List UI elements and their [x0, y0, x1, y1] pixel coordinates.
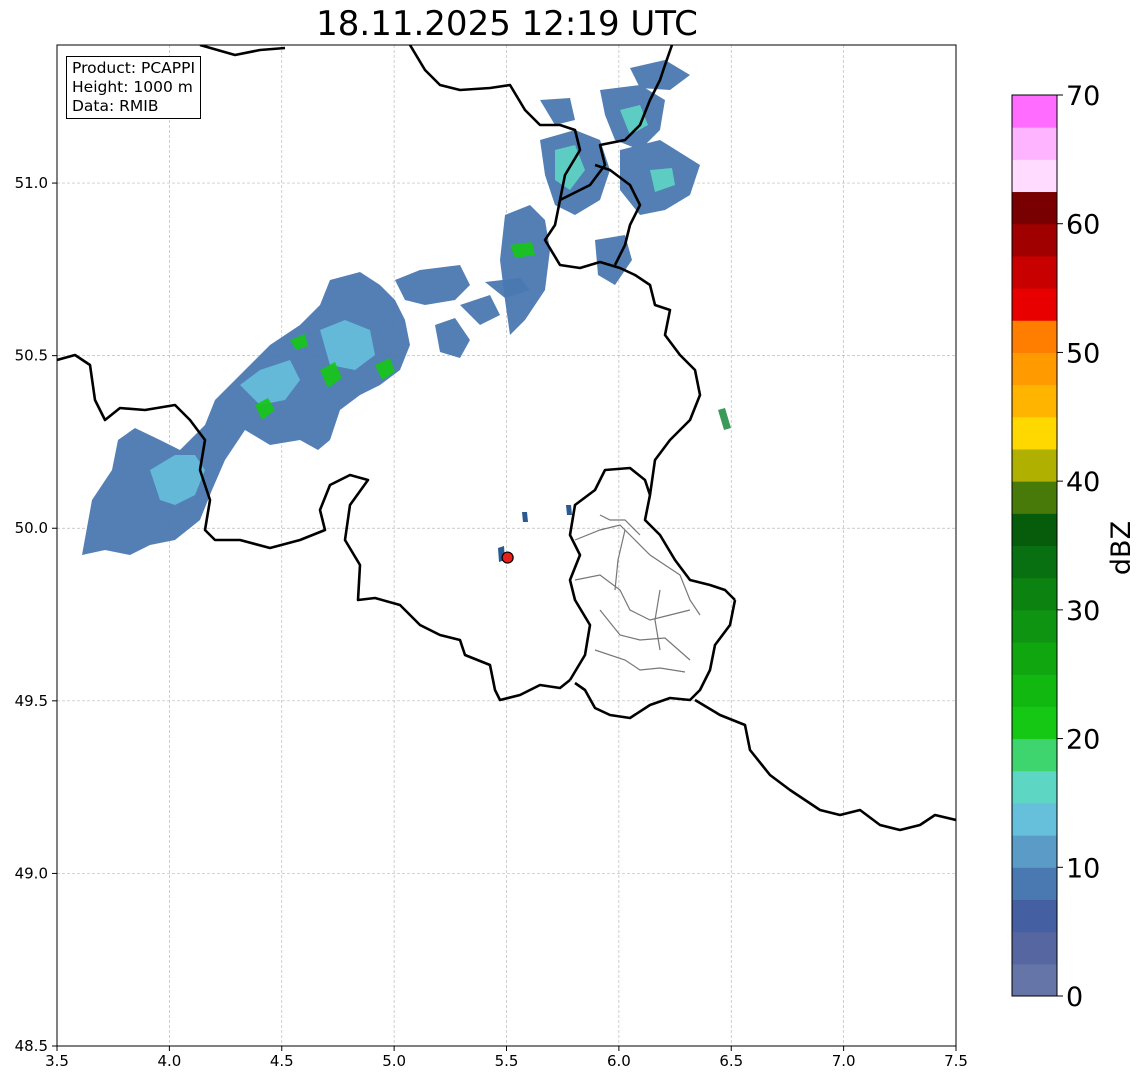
colorbar-segment	[1012, 609, 1057, 643]
colorbar-segment	[1012, 931, 1057, 965]
colorbar-ticks: 0 10 20 30 40 50 60 70	[1057, 81, 1100, 1013]
colorbar-segment	[1012, 835, 1057, 868]
colorbar-segment	[1012, 416, 1057, 450]
colorbar-segment	[1012, 963, 1057, 997]
colorbar-segment	[1012, 577, 1057, 611]
x-tick-label: 3.5	[45, 1052, 69, 1070]
radar-map: 3.5 4.0 4.5 5.0 5.5 6.0 6.5 7.0 7.5 48.5 49.0 49.5…	[15, 44, 1137, 1070]
colorbar-segment	[1012, 223, 1057, 257]
colorbar-segment	[1012, 448, 1057, 482]
colorbar-segment	[1012, 159, 1057, 193]
x-tick-label: 7.0	[832, 1052, 856, 1070]
y-axis-ticks: 48.5 49.0 49.5 50.0 50.5 51.0	[15, 174, 57, 1055]
colorbar-segment	[1012, 255, 1057, 289]
colorbar-segment	[1012, 191, 1057, 225]
colorbar-segment	[1012, 706, 1057, 740]
info-box: Product: PCAPPI Height: 1000 m Data: RMI…	[66, 56, 202, 119]
info-data-source: Data: RMIB	[72, 97, 159, 115]
colorbar-segment	[1012, 288, 1057, 321]
colorbar-segment	[1012, 899, 1057, 933]
colorbar-segment	[1012, 642, 1057, 675]
x-tick-label: 5.5	[495, 1052, 519, 1070]
colorbar-tick-label: 30	[1066, 596, 1100, 627]
y-tick-label: 48.5	[15, 1037, 48, 1055]
y-tick-label: 50.5	[15, 347, 48, 365]
colorbar-segment	[1012, 352, 1057, 386]
y-tick-label: 49.5	[15, 692, 48, 710]
x-tick-label: 4.0	[157, 1052, 181, 1070]
colorbar-tick-label: 10	[1066, 853, 1100, 884]
x-tick-label: 6.5	[719, 1052, 743, 1070]
colorbar-segment	[1012, 127, 1057, 160]
y-tick-label: 51.0	[15, 174, 48, 192]
colorbar-segment	[1012, 738, 1057, 772]
x-tick-label: 6.0	[607, 1052, 631, 1070]
info-height: Height: 1000 m	[72, 78, 193, 96]
info-product: Product: PCAPPI	[72, 59, 196, 77]
colorbar-segment	[1012, 513, 1057, 546]
colorbar-segment	[1012, 320, 1057, 353]
colorbar-segment	[1012, 802, 1057, 836]
colorbar-tick-label: 50	[1066, 338, 1100, 369]
radar-site-marker	[501, 551, 514, 564]
colorbar-segment	[1012, 481, 1057, 514]
colorbar-segment	[1012, 95, 1057, 128]
x-tick-label: 5.0	[382, 1052, 406, 1070]
colorbar-segment	[1012, 770, 1057, 804]
y-tick-label: 49.0	[15, 864, 48, 882]
y-tick-label: 50.0	[15, 519, 48, 537]
colorbar-segment	[1012, 384, 1057, 418]
colorbar-segment	[1012, 545, 1057, 579]
colorbar-tick-label: 20	[1066, 725, 1100, 756]
colorbar-segment	[1012, 867, 1057, 900]
colorbar-tick-label: 60	[1066, 210, 1100, 241]
colorbar-tick-label: 40	[1066, 467, 1100, 498]
colorbar-tick-label: 70	[1066, 81, 1100, 112]
colorbar-label: dBZ	[1106, 521, 1137, 575]
colorbar-segment	[1012, 674, 1057, 707]
x-tick-label: 7.5	[944, 1052, 968, 1070]
colorbar	[1011, 94, 1058, 997]
x-tick-label: 4.5	[270, 1052, 294, 1070]
colorbar-tick-label: 0	[1066, 982, 1083, 1013]
x-axis-ticks: 3.5 4.0 4.5 5.0 5.5 6.0 6.5 7.0 7.5	[45, 1046, 968, 1070]
